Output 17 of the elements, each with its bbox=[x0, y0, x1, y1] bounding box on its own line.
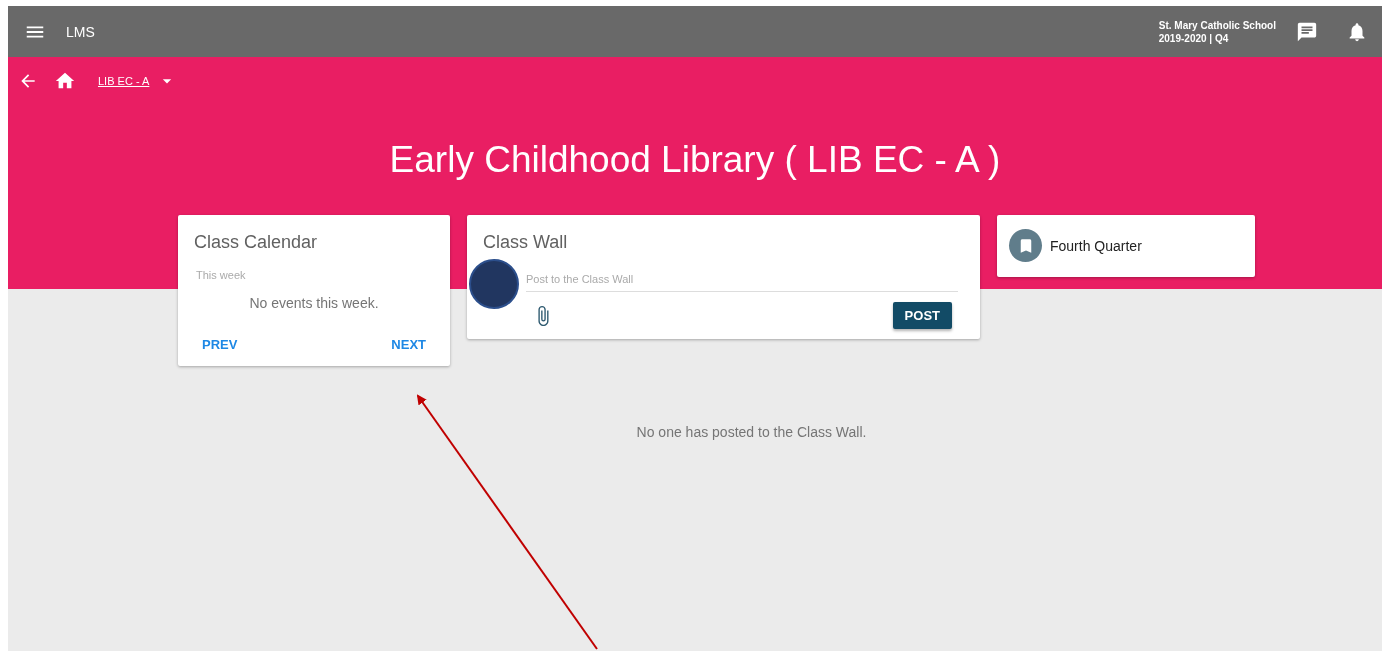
chat-icon[interactable] bbox=[1296, 20, 1318, 43]
app-title: LMS bbox=[66, 23, 95, 40]
quarter-label: Fourth Quarter bbox=[1050, 237, 1142, 254]
next-button[interactable]: NEXT bbox=[391, 337, 426, 352]
week-label: This week bbox=[195, 268, 247, 281]
card-title: Class Calendar bbox=[193, 231, 319, 253]
bookmark-icon bbox=[1009, 229, 1042, 262]
page-title: Early Childhood Library ( LIB EC - A ) bbox=[388, 139, 1002, 182]
empty-message: No events this week. bbox=[248, 295, 380, 311]
class-breadcrumb-link[interactable]: LIB EC - A bbox=[98, 75, 150, 87]
card-title: Class Wall bbox=[482, 231, 569, 253]
avatar bbox=[469, 259, 519, 309]
prev-button[interactable]: PREV bbox=[202, 337, 238, 352]
school-term: 2019-2020 | Q4 bbox=[1158, 31, 1230, 45]
empty-wall-message: No one has posted to the Class Wall. bbox=[635, 424, 868, 440]
school-name: St. Mary Catholic School bbox=[1158, 18, 1276, 32]
post-button[interactable]: POST bbox=[892, 302, 952, 329]
